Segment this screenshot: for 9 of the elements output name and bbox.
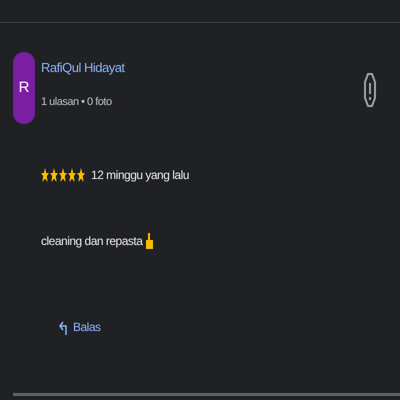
reply-icon xyxy=(59,319,67,335)
reply-button[interactable]: Balas xyxy=(59,318,101,336)
review-text: cleaning dan repasta xyxy=(41,233,142,250)
review-time: 12 minggu yang lalu xyxy=(91,167,189,184)
author-name[interactable]: RafiQul Hidayat xyxy=(41,58,125,78)
report-icon[interactable] xyxy=(364,72,376,108)
avatar: R xyxy=(13,52,35,124)
review-meta: 1 ulasan • 0 foto xyxy=(41,94,113,110)
thumbs-up-icon xyxy=(145,232,154,250)
